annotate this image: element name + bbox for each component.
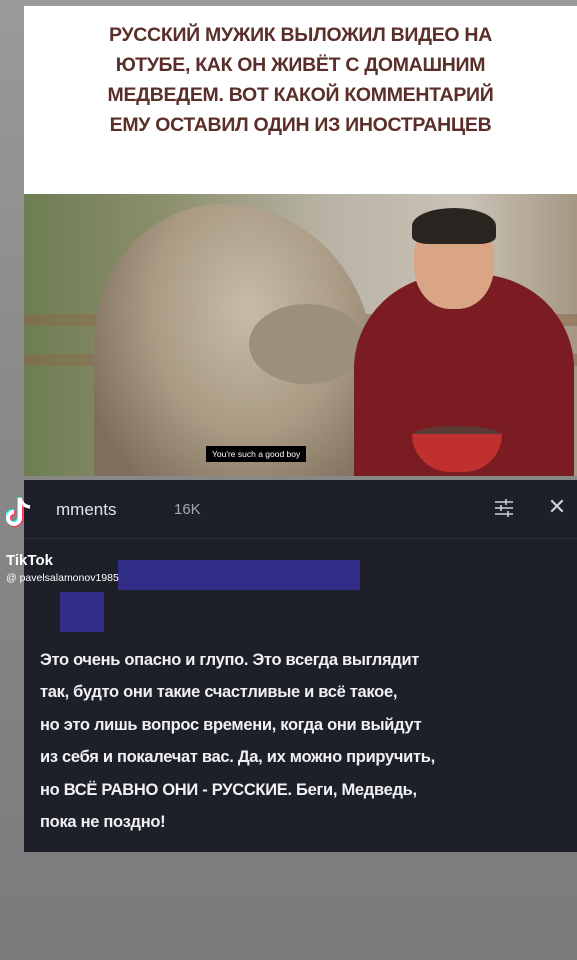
- comment-line: так, будто они такие счастливые и всё та…: [40, 683, 398, 702]
- headline-line: РУССКИЙ МУЖИК ВЫЛОЖИЛ ВИДЕО НА: [109, 24, 492, 46]
- filter-icon[interactable]: [492, 496, 516, 520]
- comment-line: Это очень опасно и глупо. Это всегда выг…: [40, 651, 420, 669]
- comment-line: но ВСЁ РАВНО ОНИ - РУССКИЕ. Беги, Медвед…: [40, 780, 417, 799]
- comments-header: mments 16K ✕: [24, 480, 577, 539]
- bear-snout: [249, 304, 364, 384]
- headline-line: ЮТУБЕ, КАК ОН ЖИВЁТ С ДОМАШНИМ: [115, 54, 486, 76]
- comment-body: Это очень опасно и глупо. Это всегда выг…: [40, 644, 570, 838]
- comments-title: mments: [56, 500, 117, 519]
- video-caption: You're such a good boy: [206, 446, 307, 462]
- tiktok-username: @ pavelsalamonov1985: [6, 572, 119, 584]
- redacted-username: [118, 560, 360, 590]
- headline-line: МЕДВЕДЕМ. ВОТ КАКОЙ КОММЕНТАРИЙ: [107, 84, 494, 106]
- comments-count: 16K: [174, 501, 201, 518]
- comment-line: пока не поздно!: [40, 813, 166, 832]
- man-hair: [412, 208, 496, 244]
- comments-panel: mments 16K ✕ Это очень опасно и глупо. Э…: [24, 480, 577, 852]
- bear-photo: [24, 194, 577, 476]
- tiktok-brand: TikTok: [6, 552, 53, 569]
- meme-image: РУССКИЙ МУЖИК ВЫЛОЖИЛ ВИДЕО НА ЮТУБЕ, КА…: [24, 6, 577, 476]
- tiktok-logo-icon: [6, 497, 31, 527]
- redacted-avatar: [60, 592, 104, 632]
- comment-line: из себя и покалечат вас. Да, их можно пр…: [40, 748, 435, 767]
- close-icon[interactable]: ✕: [544, 494, 570, 520]
- meme-headline: РУССКИЙ МУЖИК ВЫЛОЖИЛ ВИДЕО НА ЮТУБЕ, КА…: [24, 20, 577, 140]
- headline-line: ЕМУ ОСТАВИЛ ОДИН ИЗ ИНОСТРАНЦЕВ: [109, 114, 492, 136]
- comment-line: но это лишь вопрос времени, когда они вы…: [40, 715, 422, 734]
